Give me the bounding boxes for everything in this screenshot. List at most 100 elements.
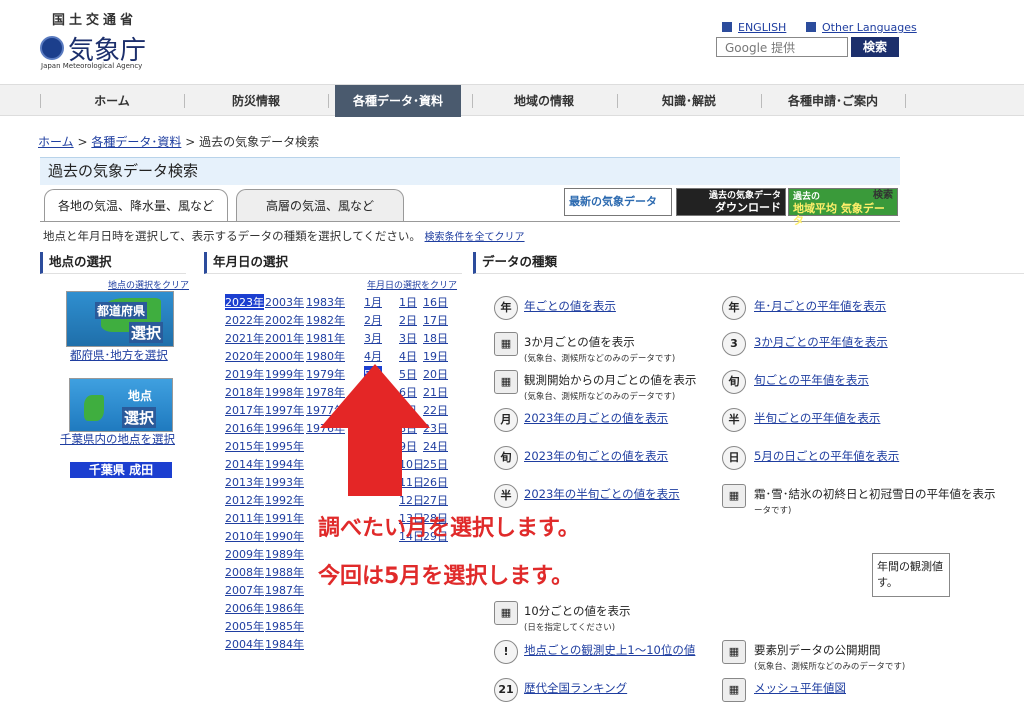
nav-item-4[interactable]: 知識･解説 bbox=[617, 85, 761, 117]
year-link[interactable]: 2006年 bbox=[225, 600, 264, 616]
location-section-header: 地点の選択 bbox=[40, 252, 186, 274]
year-link[interactable]: 2003年 bbox=[265, 294, 304, 310]
datatype-item[interactable]: 2023年の月ごとの値を表示 bbox=[524, 410, 668, 426]
nav-item-3[interactable]: 地域の情報 bbox=[472, 85, 616, 117]
month-link[interactable]: 3月 bbox=[364, 330, 382, 346]
datatype-icon: ▦ bbox=[722, 678, 746, 702]
year-link[interactable]: 2016年 bbox=[225, 420, 264, 436]
year-link[interactable]: 1986年 bbox=[265, 600, 304, 616]
latest-data-banner[interactable]: 最新の気象データ bbox=[564, 188, 672, 216]
datatype-item[interactable]: 2023年の半旬ごとの値を表示 bbox=[524, 486, 680, 502]
point-select-link[interactable]: 千葉県内の地点を選択 bbox=[60, 431, 175, 447]
year-link[interactable]: 1989年 bbox=[265, 546, 304, 562]
prefecture-select-link[interactable]: 都府県･地方を選択 bbox=[70, 347, 168, 363]
datatype-item[interactable]: 旬ごとの平年値を表示 bbox=[754, 372, 869, 388]
year-link[interactable]: 2022年 bbox=[225, 312, 264, 328]
jma-logo-icon[interactable] bbox=[40, 36, 64, 60]
year-link[interactable]: 1983年 bbox=[306, 294, 345, 310]
day-link[interactable]: 18日 bbox=[423, 330, 448, 346]
year-link[interactable]: 2015年 bbox=[225, 438, 264, 454]
datatype-item[interactable]: 3か月ごとの平年値を表示 bbox=[754, 334, 888, 350]
datatype-item[interactable]: 2023年の旬ごとの値を表示 bbox=[524, 448, 668, 464]
annotation-arrow bbox=[320, 364, 430, 496]
regional-average-banner[interactable]: 過去の 検索 地域平均 気象データ bbox=[788, 188, 898, 227]
tab-upper-air-data[interactable]: 高層の気温、風など bbox=[236, 189, 404, 222]
year-link[interactable]: 1999年 bbox=[265, 366, 304, 382]
nav-item-1[interactable]: 防災情報 bbox=[184, 85, 328, 117]
year-link[interactable]: 2000年 bbox=[265, 348, 304, 364]
year-link[interactable]: 2001年 bbox=[265, 330, 304, 346]
datatype-item[interactable]: 地点ごとの観測史上1～10位の値 bbox=[524, 642, 695, 658]
datatype-item[interactable]: 年ごとの値を表示 bbox=[524, 298, 616, 314]
datatype-icon: 3 bbox=[722, 332, 746, 356]
year-link[interactable]: 1997年 bbox=[265, 402, 304, 418]
datatype-icon: 21 bbox=[494, 678, 518, 702]
search-button[interactable]: 検索 bbox=[851, 37, 899, 57]
datatype-icon: ! bbox=[494, 640, 518, 664]
year-link[interactable]: 2011年 bbox=[225, 510, 264, 526]
clear-date-link[interactable]: 年月日の選択をクリア bbox=[367, 278, 457, 291]
year-link[interactable]: 2009年 bbox=[225, 546, 264, 562]
year-link[interactable]: 1984年 bbox=[265, 636, 304, 652]
search-input[interactable]: Google 提供 bbox=[716, 37, 848, 57]
datatype-item[interactable]: メッシュ平年値図 bbox=[754, 680, 846, 696]
year-link[interactable]: 2013年 bbox=[225, 474, 264, 490]
tab-surface-data[interactable]: 各地の気温、降水量、風など bbox=[44, 189, 228, 222]
year-link[interactable]: 1996年 bbox=[265, 420, 304, 436]
year-link[interactable]: 2004年 bbox=[225, 636, 264, 652]
year-link[interactable]: 2017年 bbox=[225, 402, 264, 418]
datatype-icon: 半 bbox=[494, 484, 518, 508]
download-banner[interactable]: 過去の気象データ ダウンロード bbox=[676, 188, 786, 216]
nav-separator bbox=[617, 94, 618, 108]
nav-item-2[interactable]: 各種データ･資料 bbox=[335, 85, 461, 117]
day-link[interactable]: 17日 bbox=[423, 312, 448, 328]
year-link[interactable]: 2012年 bbox=[225, 492, 264, 508]
month-link[interactable]: 2月 bbox=[364, 312, 382, 328]
year-link[interactable]: 1998年 bbox=[265, 384, 304, 400]
datatype-item[interactable]: 歴代全国ランキング bbox=[524, 680, 627, 696]
point-select-button[interactable]: 地点 選択 bbox=[69, 378, 173, 432]
prefecture-select-button[interactable]: 都道府県 選択 bbox=[66, 291, 174, 347]
day-link[interactable]: 2日 bbox=[399, 312, 417, 328]
year-link[interactable]: 1995年 bbox=[265, 438, 304, 454]
annotation-line-1: 調べたい月を選択します。 bbox=[318, 516, 580, 541]
breadcrumb-home[interactable]: ホーム bbox=[38, 135, 74, 149]
year-link[interactable]: 1991年 bbox=[265, 510, 304, 526]
other-languages-link[interactable]: Other Languages bbox=[806, 16, 917, 35]
year-link[interactable]: 1990年 bbox=[265, 528, 304, 544]
datatype-item[interactable]: 半旬ごとの平年値を表示 bbox=[754, 410, 880, 426]
datatype-item[interactable]: 年･月ごとの平年値を表示 bbox=[754, 298, 886, 314]
year-link[interactable]: 2021年 bbox=[225, 330, 264, 346]
year-link[interactable]: 2005年 bbox=[225, 618, 264, 634]
year-link[interactable]: 1992年 bbox=[265, 492, 304, 508]
year-link[interactable]: 2008年 bbox=[225, 564, 264, 580]
year-link[interactable]: 1985年 bbox=[265, 618, 304, 634]
clear-location-link[interactable]: 地点の選択をクリア bbox=[108, 278, 189, 291]
year-link[interactable]: 1987年 bbox=[265, 582, 304, 598]
clear-all-link[interactable]: 検索条件を全てクリア bbox=[425, 232, 525, 243]
year-link[interactable]: 2007年 bbox=[225, 582, 264, 598]
year-link[interactable]: 2002年 bbox=[265, 312, 304, 328]
english-link[interactable]: ENGLISH bbox=[722, 16, 786, 35]
year-link[interactable]: 2010年 bbox=[225, 528, 264, 544]
nav-item-0[interactable]: ホーム bbox=[40, 85, 184, 117]
year-link[interactable]: 1993年 bbox=[265, 474, 304, 490]
day-link[interactable]: 1日 bbox=[399, 294, 417, 310]
nav-separator bbox=[761, 94, 762, 108]
day-link[interactable]: 16日 bbox=[423, 294, 448, 310]
month-link[interactable]: 1月 bbox=[364, 294, 382, 310]
year-link[interactable]: 2019年 bbox=[225, 366, 264, 382]
year-link[interactable]: 2014年 bbox=[225, 456, 264, 472]
year-link[interactable]: 2020年 bbox=[225, 348, 264, 364]
day-link[interactable]: 3日 bbox=[399, 330, 417, 346]
year-link[interactable]: 1994年 bbox=[265, 456, 304, 472]
datatype-item[interactable]: 5月の日ごとの平年値を表示 bbox=[754, 448, 899, 464]
datatype-icon: ▦ bbox=[494, 332, 518, 356]
year-link[interactable]: 1988年 bbox=[265, 564, 304, 580]
nav-item-5[interactable]: 各種申請･ご案内 bbox=[761, 85, 905, 117]
breadcrumb-data[interactable]: 各種データ･資料 bbox=[91, 135, 181, 149]
year-link[interactable]: 1982年 bbox=[306, 312, 345, 328]
year-link[interactable]: 1981年 bbox=[306, 330, 345, 346]
year-link[interactable]: 2018年 bbox=[225, 384, 264, 400]
year-link[interactable]: 2023年 bbox=[225, 294, 264, 310]
